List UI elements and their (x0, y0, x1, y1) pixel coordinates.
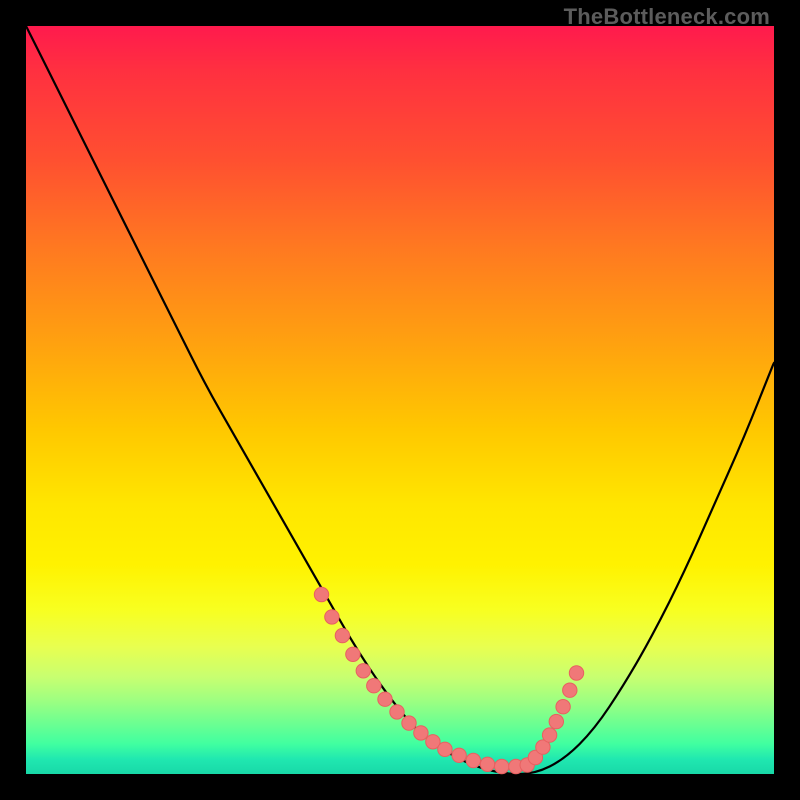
marker-dot (549, 714, 563, 728)
chart-stage: TheBottleneck.com (0, 0, 800, 800)
marker-dot (367, 679, 381, 693)
marker-dot (452, 748, 466, 762)
marker-dot (314, 587, 328, 601)
marker-dot (378, 692, 392, 706)
marker-dot (335, 628, 349, 642)
marker-dot (356, 664, 370, 678)
marker-dot (569, 666, 583, 680)
marker-dot (402, 716, 416, 730)
plot-area (26, 26, 774, 774)
marker-dot (556, 700, 570, 714)
marker-dot (466, 753, 480, 767)
marker-dot (346, 647, 360, 661)
curve-svg (26, 26, 774, 774)
bottleneck-curve (26, 26, 774, 774)
marker-dot (480, 757, 494, 771)
marker-dot (542, 728, 556, 742)
highlight-markers (314, 587, 583, 773)
marker-dot (325, 610, 339, 624)
marker-dot (390, 705, 404, 719)
marker-dot (438, 742, 452, 756)
marker-dot (414, 726, 428, 740)
marker-dot (495, 759, 509, 773)
marker-dot (563, 683, 577, 697)
